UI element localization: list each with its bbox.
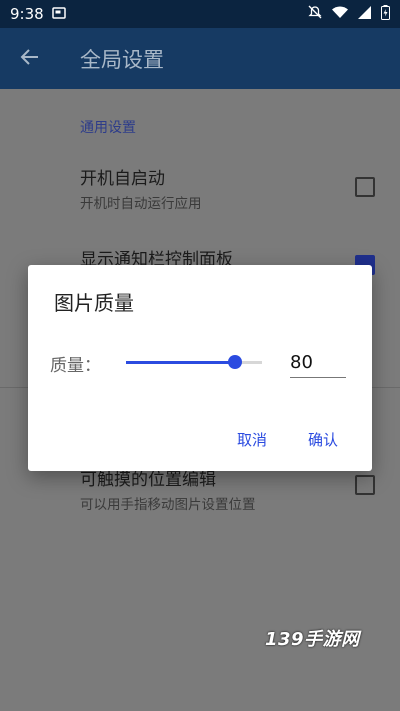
confirm-button[interactable]: 确认	[308, 429, 338, 450]
watermark-logo: 139手游网	[265, 629, 360, 650]
app-toolbar: 全局设置	[0, 28, 400, 89]
autostart-checkbox[interactable]	[355, 177, 375, 197]
back-button[interactable]	[0, 28, 60, 89]
quality-label: 质量：	[50, 356, 101, 376]
dialog-title: 图片质量	[54, 291, 134, 315]
touch-position-checkbox[interactable]	[355, 475, 375, 495]
section-header-general: 通用设置	[80, 120, 136, 136]
quality-input[interactable]	[290, 348, 346, 378]
cancel-button[interactable]: 取消	[237, 429, 267, 450]
mute-icon	[308, 5, 322, 23]
image-quality-dialog: 图片质量 质量： 取消 确认	[28, 265, 372, 471]
status-time: 9:38	[10, 5, 44, 23]
screenshot-icon	[51, 5, 66, 23]
pref-subtitle: 可以用手指移动图片设置位置	[80, 497, 256, 513]
status-bar: 9:38	[0, 0, 400, 28]
quality-slider[interactable]	[126, 355, 262, 369]
pref-title: 开机自启动	[80, 169, 165, 189]
slider-thumb[interactable]	[227, 355, 242, 369]
arrow-left-icon	[20, 47, 40, 71]
page-title: 全局设置	[80, 47, 164, 72]
signal-icon	[358, 5, 371, 23]
battery-icon	[381, 4, 390, 24]
wifi-icon	[332, 5, 348, 23]
pref-subtitle: 开机时自动运行应用	[80, 196, 202, 212]
slider-fill	[126, 361, 235, 364]
pref-autostart[interactable]: 开机自启动 开机时自动运行应用	[80, 164, 390, 212]
pref-touch-position-edit[interactable]: 可触摸的位置编辑 可以用手指移动图片设置位置	[80, 465, 390, 513]
